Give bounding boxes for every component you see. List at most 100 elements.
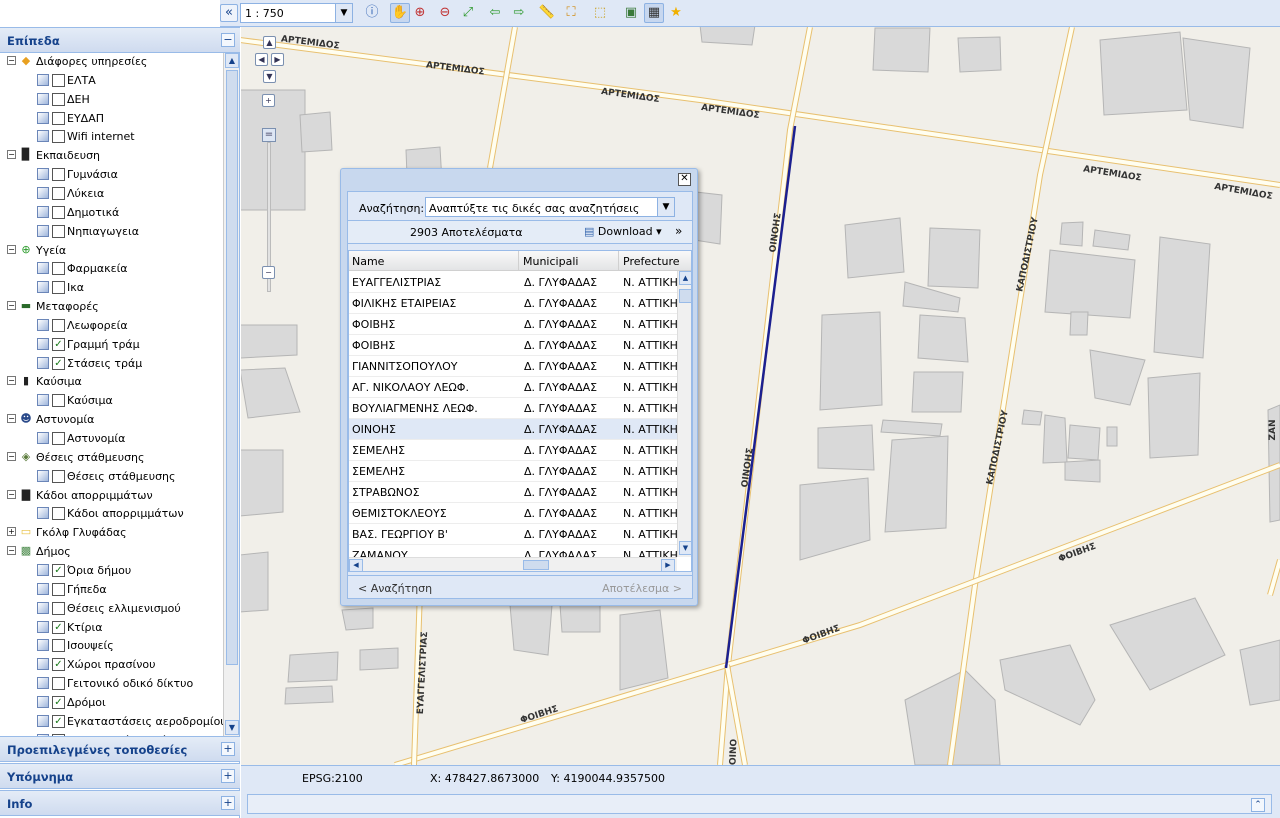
measure-area-button[interactable]: ⛶ xyxy=(561,3,581,23)
layer-checkbox[interactable]: ✓ xyxy=(52,658,65,672)
layer-checkbox[interactable] xyxy=(52,677,65,691)
layer-checkbox[interactable] xyxy=(52,394,65,408)
scroll-thumb[interactable] xyxy=(523,560,549,570)
layer-checkbox[interactable] xyxy=(52,130,65,144)
layer-checkbox[interactable] xyxy=(52,469,65,483)
pan-down-button[interactable]: ▼ xyxy=(263,70,276,83)
collapse-node-icon[interactable]: − xyxy=(7,451,16,461)
scroll-up-arrow-icon[interactable]: ▲ xyxy=(679,271,691,285)
layer-checkbox[interactable]: ✓ xyxy=(52,695,65,709)
scroll-down-arrow-icon[interactable]: ▼ xyxy=(225,720,239,735)
close-icon[interactable]: ✕ xyxy=(678,173,691,186)
table-row[interactable]: ΣΕΜΕΛΗΣ Δ. ΓΛΥΦΑΔΑΣ Ν. ΑΤΤΙΚΗΣ xyxy=(349,461,677,482)
collapse-sidebar-button[interactable]: « xyxy=(220,4,238,22)
scroll-up-arrow-icon[interactable]: ▲ xyxy=(225,53,239,68)
scroll-left-arrow-icon[interactable]: ◀ xyxy=(349,559,363,571)
grid-vertical-scrollbar[interactable]: ▲ ▼ xyxy=(677,271,691,557)
forward-arrow-button[interactable]: ⇨ xyxy=(509,3,529,23)
pan-right-button[interactable]: ▶ xyxy=(271,53,284,66)
layers-panel-header[interactable]: Επίπεδα − xyxy=(0,27,240,53)
layer-checkbox[interactable] xyxy=(52,582,65,596)
column-header-prefecture[interactable]: Prefecture xyxy=(623,255,680,268)
table-row[interactable]: ΒΟΥΛΙΑΓΜΕΝΗΣ ΛΕΩΦ. Δ. ΓΛΥΦΑΔΑΣ Ν. ΑΤΤΙΚΗΣ xyxy=(349,398,677,419)
table-row[interactable]: ΒΑΣ. ΓΕΩΡΓΙΟΥ Β' Δ. ΓΛΥΦΑΔΑΣ Ν. ΑΤΤΙΚΗΣ xyxy=(349,524,677,545)
chevron-down-icon[interactable]: ▼ xyxy=(335,4,352,22)
scroll-right-arrow-icon[interactable]: ▶ xyxy=(661,559,675,571)
layer-checkbox[interactable] xyxy=(52,111,65,125)
expand-panel-button[interactable]: + xyxy=(221,742,235,756)
zoom-in-button[interactable]: + xyxy=(262,94,275,107)
layer-checkbox[interactable] xyxy=(52,168,65,182)
table-row[interactable]: ΣΤΡΑΒΩΝΟΣ Δ. ΓΛΥΦΑΔΑΣ Ν. ΑΤΤΙΚΗΣ xyxy=(349,482,677,503)
expand-node-icon[interactable]: + xyxy=(7,527,16,537)
layer-checkbox[interactable] xyxy=(52,186,65,200)
layer-checkbox[interactable] xyxy=(52,639,65,653)
chevron-down-icon[interactable]: ▼ xyxy=(657,198,674,216)
collapse-node-icon[interactable]: − xyxy=(7,150,16,160)
collapse-layers-button[interactable]: − xyxy=(221,33,235,47)
layer-checkbox[interactable] xyxy=(52,262,65,276)
next-result-button[interactable]: Αποτέλεσμα > xyxy=(602,582,682,595)
zoom-out-button[interactable]: − xyxy=(262,266,275,279)
expand-panel-button[interactable]: + xyxy=(221,796,235,810)
layer-checkbox[interactable] xyxy=(52,73,65,87)
layer-checkbox[interactable] xyxy=(52,432,65,445)
panel-header-1[interactable]: Υπόμνημα + xyxy=(0,763,240,789)
back-to-search-button[interactable]: < Αναζήτηση xyxy=(358,582,432,595)
download-button[interactable]: ▤ Download ▾ xyxy=(584,225,662,238)
layers-grid-button[interactable]: ▦ xyxy=(644,3,664,23)
column-header-name[interactable]: Name xyxy=(352,255,384,268)
table-row[interactable]: ΦΙΛΙΚΗΣ ΕΤΑΙΡΕΙΑΣ Δ. ΓΛΥΦΑΔΑΣ Ν. ΑΤΤΙΚΗΣ xyxy=(349,293,677,314)
layer-tree-scrollbar[interactable]: ▲ ▼ xyxy=(223,53,239,736)
table-row[interactable]: ΦΟΙΒΗΣ Δ. ΓΛΥΦΑΔΑΣ Ν. ΑΤΤΙΚΗΣ xyxy=(349,314,677,335)
scroll-thumb[interactable] xyxy=(679,289,691,303)
pan-up-button[interactable]: ▲ xyxy=(263,36,276,49)
table-row[interactable]: ΣΕΜΕΛΗΣ Δ. ΓΛΥΦΑΔΑΣ Ν. ΑΤΤΙΚΗΣ xyxy=(349,440,677,461)
column-separator[interactable] xyxy=(518,251,519,271)
layer-checkbox[interactable]: ✓ xyxy=(52,337,65,351)
table-row[interactable]: ΦΟΙΒΗΣ Δ. ΓΛΥΦΑΔΑΣ Ν. ΑΤΤΙΚΗΣ xyxy=(349,335,677,356)
info-tool-button[interactable]: ⓘ xyxy=(362,3,382,23)
print-map-button[interactable]: ▣ xyxy=(621,3,641,23)
scroll-thumb[interactable] xyxy=(226,70,238,665)
table-row[interactable]: ΘΕΜΙΣΤΟΚΛΕΟΥΣ Δ. ΓΛΥΦΑΔΑΣ Ν. ΑΤΤΙΚΗΣ xyxy=(349,503,677,524)
table-row[interactable]: ΟΙΝΟΗΣ Δ. ΓΛΥΦΑΔΑΣ Ν. ΑΤΤΙΚΗΣ xyxy=(349,419,677,440)
layer-checkbox[interactable] xyxy=(52,318,65,332)
table-row[interactable]: ΕΥΑΓΓΕΛΙΣΤΡΙΑΣ Δ. ΓΛΥΦΑΔΑΣ Ν. ΑΤΤΙΚΗΣ xyxy=(349,272,677,293)
layer-checkbox[interactable]: ✓ xyxy=(52,356,65,370)
zoom-slider-knob[interactable]: = xyxy=(262,128,276,142)
collapse-node-icon[interactable]: − xyxy=(7,546,16,556)
layer-checkbox[interactable] xyxy=(52,224,65,238)
layer-checkbox[interactable] xyxy=(52,507,65,521)
zoom-extent-button[interactable]: ⤢ xyxy=(458,3,478,23)
panel-header-0[interactable]: Προεπιλεγμένες τοποθεσίες + xyxy=(0,736,240,762)
collapse-node-icon[interactable]: − xyxy=(7,56,16,65)
table-row[interactable]: ΑΓ. ΝΙΚΟΛΑΟΥ ΛΕΩΦ. Δ. ΓΛΥΦΑΔΑΣ Ν. ΑΤΤΙΚΗΣ xyxy=(349,377,677,398)
zoom-in-tool-button[interactable]: ⊕ xyxy=(410,3,430,23)
panel-header-2[interactable]: Info + xyxy=(0,790,240,816)
scale-select[interactable]: 1 : 750 ▼ xyxy=(240,3,353,23)
collapse-node-icon[interactable]: − xyxy=(7,301,16,311)
layer-checkbox[interactable] xyxy=(52,281,65,295)
collapse-node-icon[interactable]: − xyxy=(7,244,16,254)
layer-checkbox[interactable]: ✓ xyxy=(52,563,65,577)
column-header-municipality[interactable]: Municipali xyxy=(523,255,578,268)
collapse-node-icon[interactable]: − xyxy=(7,489,16,499)
favorite-star-button[interactable]: ★ xyxy=(666,3,686,23)
layer-checkbox[interactable] xyxy=(52,92,65,106)
scroll-down-arrow-icon[interactable]: ▼ xyxy=(679,541,691,555)
layer-checkbox[interactable] xyxy=(52,601,65,615)
back-arrow-button[interactable]: ⇦ xyxy=(485,3,505,23)
zoom-out-tool-button[interactable]: ⊖ xyxy=(435,3,455,23)
expand-panel-button[interactable]: + xyxy=(221,769,235,783)
expand-bottom-panel-button[interactable]: ⌃ xyxy=(1251,798,1265,812)
collapse-node-icon[interactable]: − xyxy=(7,414,16,424)
grid-horizontal-scrollbar[interactable]: ◀ ▶ xyxy=(349,557,677,571)
pan-left-button[interactable]: ◀ xyxy=(255,53,268,66)
select-tool-button[interactable]: ⬚ xyxy=(590,3,610,23)
layer-checkbox[interactable]: ✓ xyxy=(52,714,65,728)
pan-hand-button[interactable]: ✋ xyxy=(390,3,410,23)
column-separator[interactable] xyxy=(618,251,619,271)
collapse-node-icon[interactable]: − xyxy=(7,376,16,386)
more-options-button[interactable]: » xyxy=(675,224,682,238)
